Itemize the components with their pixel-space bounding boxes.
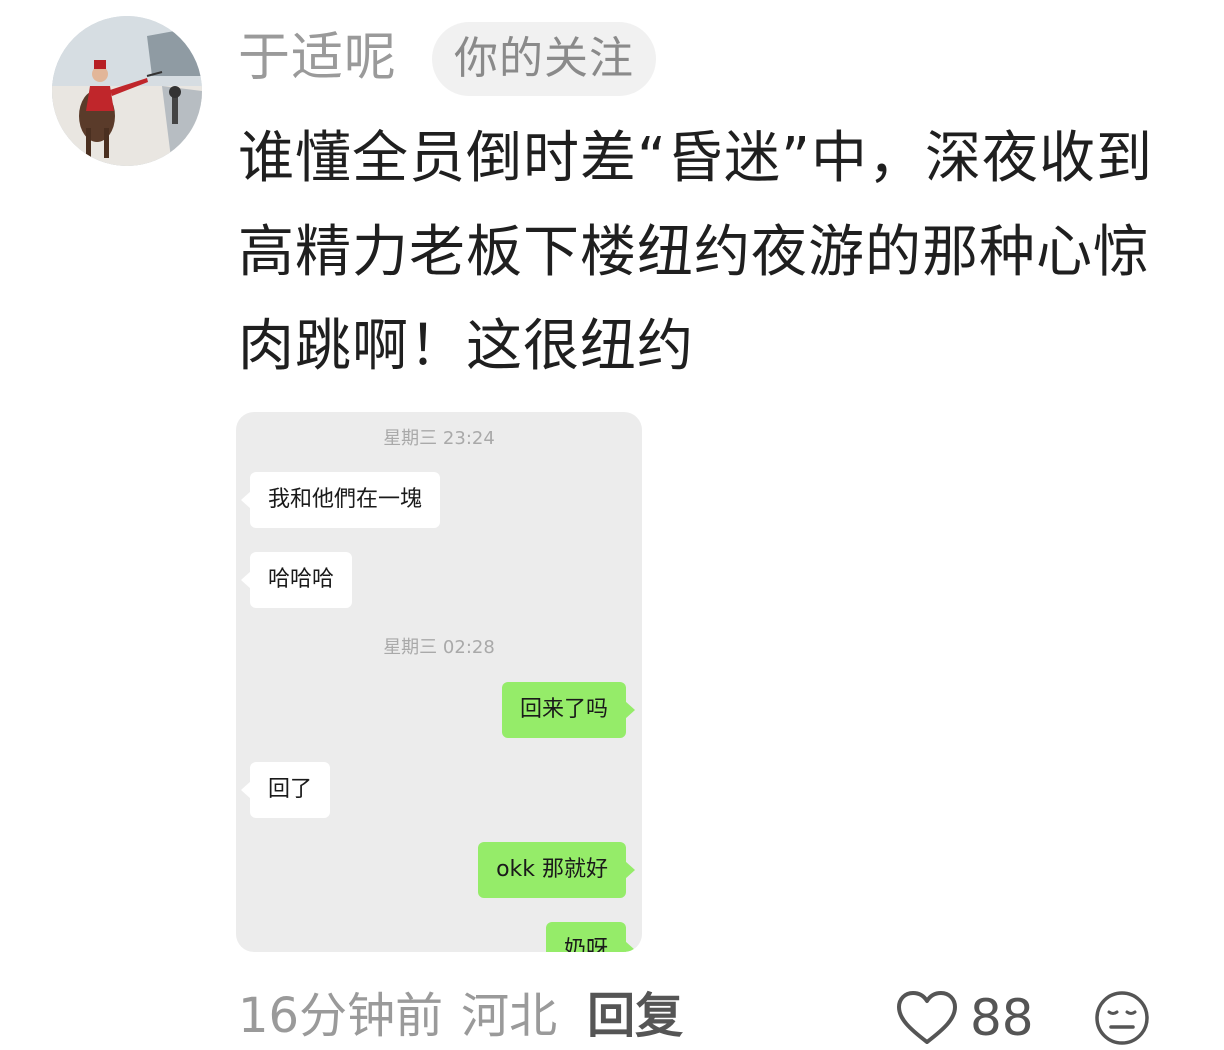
comment-footer: 16分钟前 河北 回复 — [238, 984, 683, 1048]
chat-bubble-outgoing: okk 那就好 — [478, 842, 635, 898]
chat-bubble-outgoing: 奶呀 — [545, 922, 636, 952]
like-button[interactable]: 88 — [896, 986, 1034, 1050]
following-badge: 你的关注 — [432, 22, 656, 96]
emoji-reaction-button[interactable] — [1094, 990, 1150, 1046]
expressionless-face-icon — [1095, 991, 1149, 1045]
chat-timestamp: 星期三 02:28 — [383, 637, 495, 658]
chat-timestamp: 星期三 23:24 — [383, 428, 495, 449]
user-avatar[interactable] — [52, 16, 202, 166]
heart-outline-icon — [897, 991, 957, 1044]
chat-screenshot-image[interactable]: 星期三 23:24 我和他們在一塊 哈哈哈 星期三 02:28 回来了吗 回了 … — [236, 412, 642, 952]
chat-bubble-incoming: 哈哈哈 — [240, 552, 353, 608]
comment-text: 谁懂全员倒时差“昏迷”中，深夜收到高精力老板下楼纽约夜游的那种心惊肉跳啊！这很纽… — [238, 126, 1154, 379]
like-count: 88 — [970, 989, 1034, 1047]
username[interactable]: 于适呢 — [238, 26, 397, 90]
comment-region: 河北 — [461, 988, 558, 1044]
chat-bubble-outgoing: 回来了吗 — [501, 682, 636, 738]
reply-button[interactable]: 回复 — [587, 988, 683, 1044]
chat-bubble-incoming: 回了 — [240, 762, 331, 818]
chat-bubble-incoming: 我和他們在一塊 — [240, 472, 441, 528]
horse-rider-avatar-image — [52, 16, 202, 166]
comment-time: 16分钟前 — [238, 988, 444, 1044]
